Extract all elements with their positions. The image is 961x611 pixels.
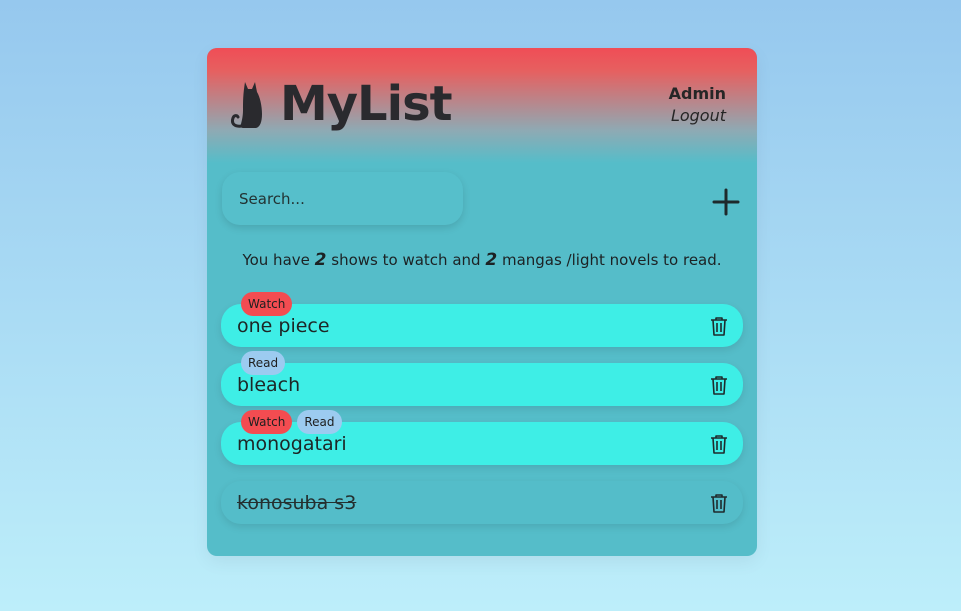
item-name: konosuba s3 xyxy=(237,492,357,514)
list-card: MyList Admin Logout You have 2 shows to … xyxy=(207,48,757,556)
trash-icon[interactable] xyxy=(710,434,728,454)
mangas-count: 2 xyxy=(485,250,498,270)
search-input[interactable] xyxy=(222,172,463,225)
item-name: monogatari xyxy=(237,433,347,455)
list-item[interactable]: Watch one piece xyxy=(221,292,743,347)
list-item-completed[interactable]: konosuba s3 xyxy=(221,481,743,524)
user-panel: Admin Logout xyxy=(669,84,726,128)
summary-text: You have 2 shows to watch and 2 mangas /… xyxy=(242,250,722,270)
list-item[interactable]: Watch Read monogatari xyxy=(221,410,743,465)
username: Admin xyxy=(668,84,726,103)
shows-count: 2 xyxy=(314,250,327,270)
list-item[interactable]: Read bleach xyxy=(221,351,743,406)
trash-icon[interactable] xyxy=(710,493,728,513)
cat-icon xyxy=(231,82,262,128)
header: MyList Admin Logout xyxy=(207,48,757,163)
trash-icon[interactable] xyxy=(710,375,728,395)
plus-icon[interactable] xyxy=(712,188,740,216)
trash-icon[interactable] xyxy=(710,316,728,336)
app-title: MyList xyxy=(280,76,453,132)
item-name: one piece xyxy=(237,315,330,337)
item-name: bleach xyxy=(237,374,301,396)
logout-link[interactable]: Logout xyxy=(669,104,726,128)
